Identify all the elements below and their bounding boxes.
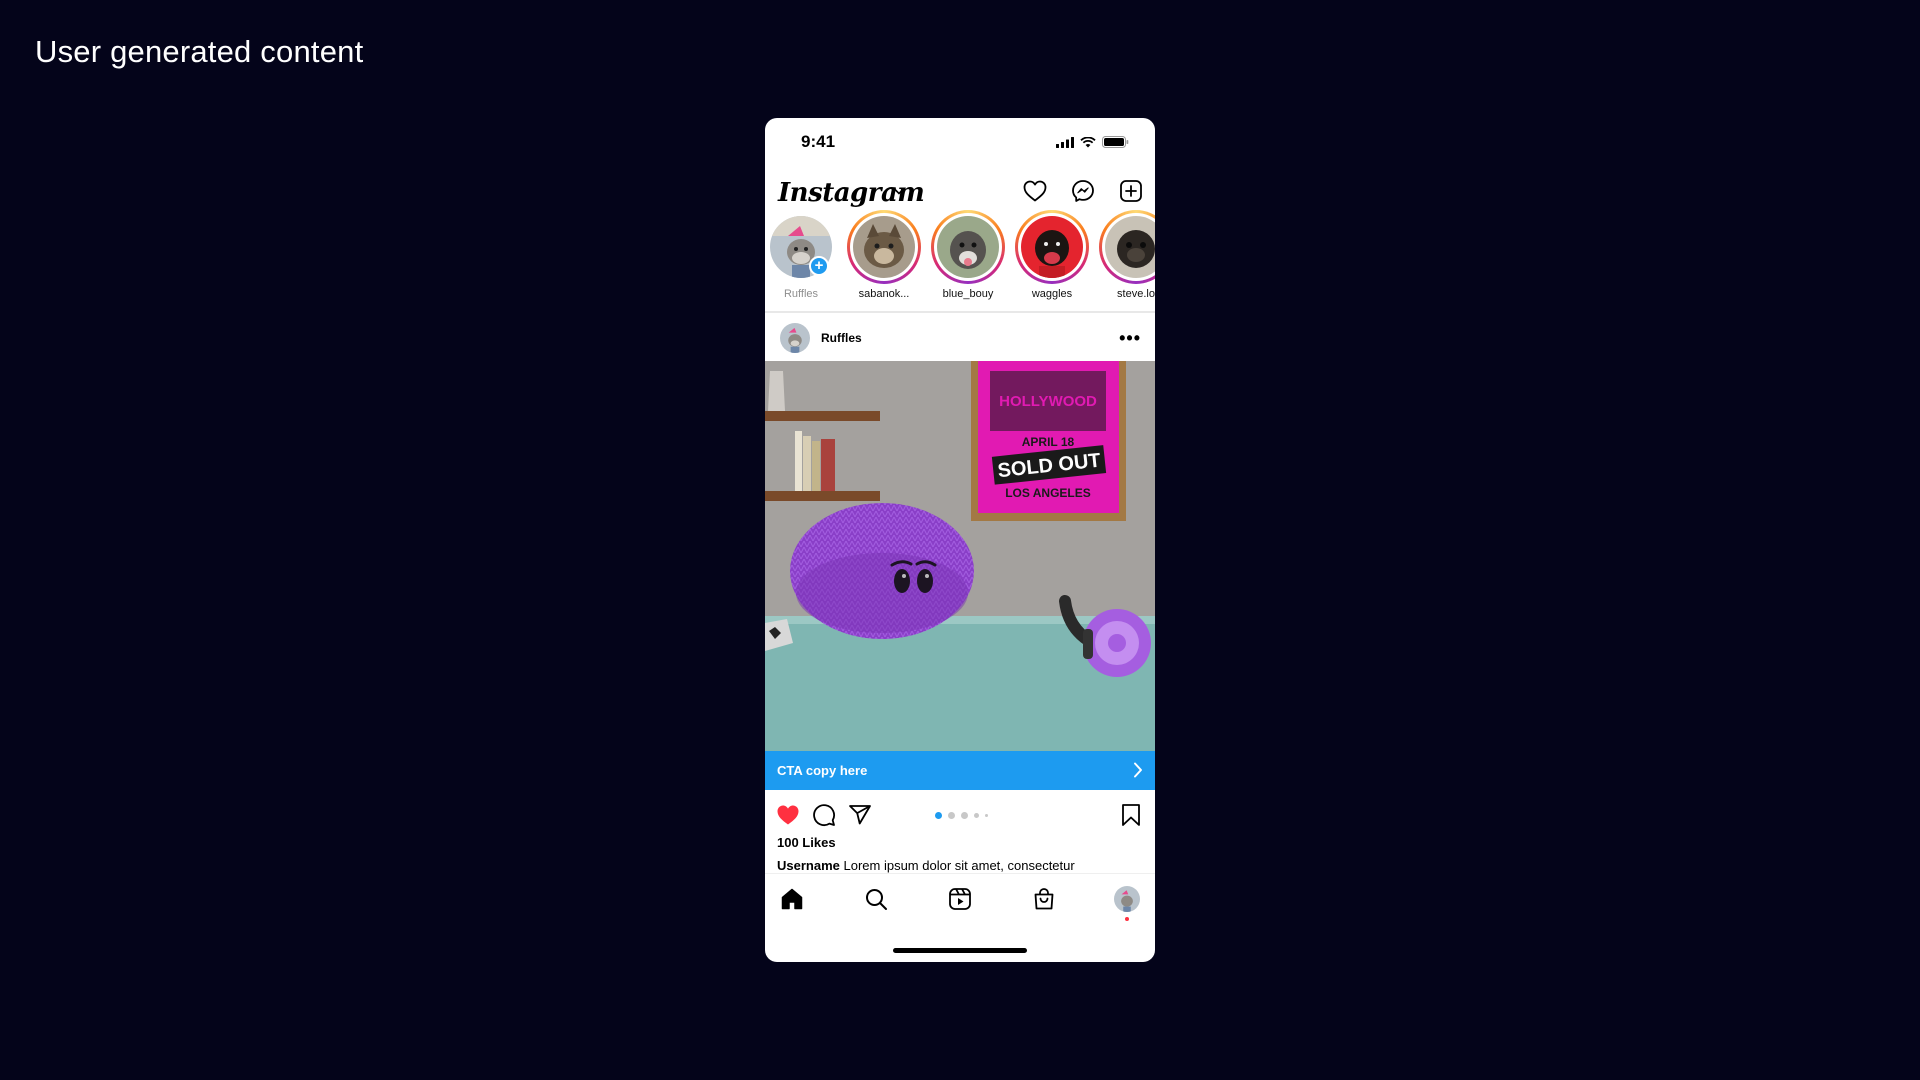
story-item[interactable]: blue_bouy [926,210,1010,300]
avatar [1105,216,1155,278]
story-ring [931,210,1005,284]
poster-text-city: LOS ANGELES [1005,486,1091,500]
story-item[interactable]: waggles [1010,210,1094,300]
new-post-icon[interactable] [1118,178,1144,204]
story-name: steve.lo [1117,288,1155,300]
cta-button[interactable]: CTA copy here [765,751,1155,790]
search-icon[interactable] [862,885,890,913]
messenger-icon[interactable] [1070,178,1096,204]
status-icons [1056,136,1129,148]
status-bar: 9:41 [765,118,1155,166]
poster-text-date: APRIL 18 [1022,435,1075,449]
carousel-dot [961,812,968,819]
cta-label: CTA copy here [777,763,868,778]
post-caption: Username Lorem ipsum dolor sit amet, con… [777,858,1147,874]
avatar [853,216,915,278]
story-ring [1015,210,1089,284]
shop-icon[interactable] [1030,885,1058,913]
post-header: Ruffles ••• [765,314,1155,362]
story-ring [765,210,838,284]
stories-tray: + Ruffles sabanok... blue_bouy waggles s… [765,210,1155,310]
wifi-icon [1080,136,1096,147]
avatar [1021,216,1083,278]
caption-username[interactable]: Username [777,858,840,873]
chevron-down-icon[interactable] [893,187,905,195]
story-item[interactable]: steve.lo [1094,210,1155,300]
profile-avatar[interactable] [1113,885,1141,921]
bookmark-icon[interactable] [1118,802,1144,828]
carousel-indicator [935,812,988,819]
page-title: User generated content [35,34,364,69]
bottom-nav [765,873,1155,923]
share-icon[interactable] [847,802,873,828]
status-time: 9:41 [801,132,836,151]
carousel-dot [974,813,979,818]
app-header: Instagram [765,166,1155,216]
post-username[interactable]: Ruffles [821,331,862,345]
battery-icon [1102,136,1129,148]
post-image[interactable]: HOLLYWOOD APRIL 18 SOLD OUT LOS ANGELES [765,361,1155,751]
notification-dot [1125,917,1129,921]
avatar [1114,886,1140,912]
story-name: Ruffles [783,288,819,300]
home-icon[interactable] [778,885,806,913]
story-item[interactable]: sabanok... [842,210,926,300]
story-own[interactable]: + Ruffles [765,210,843,300]
story-ring [847,210,921,284]
phone-frame: 9:41 Instagram + Ruffles sabanok... blue… [765,118,1155,962]
poster-text-hollywood: HOLLYWOOD [999,393,1097,410]
divider [765,311,1155,313]
more-options-icon[interactable]: ••• [1119,328,1141,349]
carousel-dot-active [935,812,942,819]
carousel-dot [985,814,988,817]
story-name: sabanok... [858,288,910,300]
heart-icon[interactable] [1022,178,1048,204]
story-name: blue_bouy [942,288,994,300]
story-ring [1099,210,1155,284]
comment-icon[interactable] [811,802,837,828]
home-indicator [893,948,1027,953]
story-name: waggles [1031,288,1073,300]
add-story-icon[interactable]: + [809,256,829,276]
post-actions [765,794,1155,834]
cellular-signal-icon [1056,136,1074,148]
chevron-right-icon [1134,762,1142,778]
carousel-dot [948,812,955,819]
caption-text: Lorem ipsum dolor sit amet, consectetur [843,858,1075,873]
like-icon[interactable] [775,802,801,828]
avatar [937,216,999,278]
post-avatar[interactable] [780,323,810,353]
reels-icon[interactable] [946,885,974,913]
like-count[interactable]: 100 Likes [777,835,836,850]
